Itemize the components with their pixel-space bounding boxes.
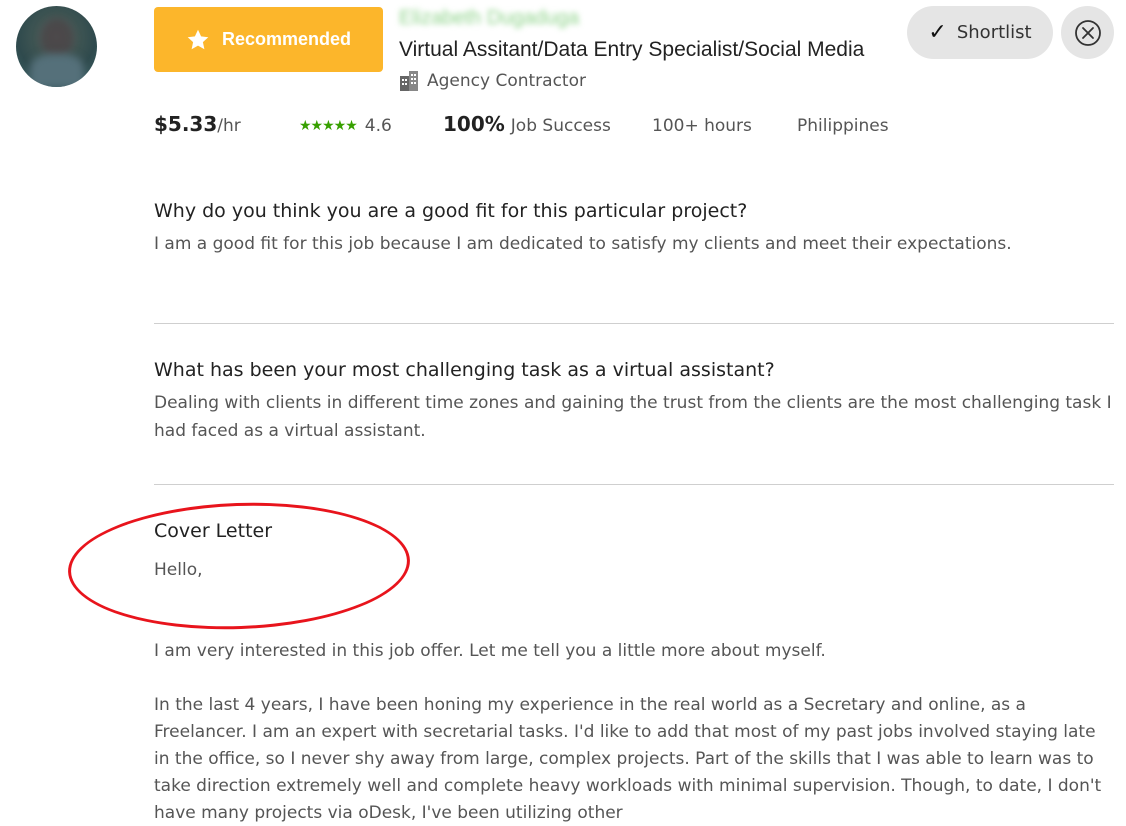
answer-text: I am a good fit for this job because I a… (154, 234, 1012, 254)
hourly-rate-value: $5.33 (154, 112, 218, 136)
hourly-rate: $5.33/hr (154, 112, 241, 136)
question-block: What has been your most challenging task… (154, 359, 1114, 445)
shortlist-button[interactable]: ✓ Shortlist (907, 6, 1053, 59)
country: Philippines (797, 116, 889, 136)
cover-letter-paragraph: I am very interested in this job offer. … (154, 641, 826, 661)
candidate-title: Virtual Assitant/Data Entry Specialist/S… (399, 38, 865, 61)
rating: ★★★★★ 4.6 (299, 116, 392, 136)
star-icon (187, 29, 209, 49)
answer-text: Dealing with clients in different time z… (154, 393, 1112, 441)
building-icon (400, 71, 418, 91)
recommended-label: Recommended (221, 29, 352, 49)
divider (154, 484, 1114, 485)
question-text: What has been your most challenging task… (154, 359, 775, 381)
close-circle-icon (1074, 19, 1101, 46)
avatar[interactable] (16, 6, 97, 87)
job-success-label: Job Success (510, 116, 611, 136)
cover-letter-paragraph: In the last 4 years, I have been honing … (154, 695, 1102, 823)
rating-stars-icon: ★★★★★ (299, 118, 358, 134)
hours-worked: 100+ hours (652, 116, 752, 136)
question-block: Why do you think you are a good fit for … (154, 200, 1114, 258)
avatar-body-blur (30, 54, 84, 87)
question-text: Why do you think you are a good fit for … (154, 200, 748, 222)
rating-value: 4.6 (364, 116, 392, 136)
avatar-face-blur (40, 18, 74, 58)
annotation-circle (65, 497, 413, 635)
divider (154, 323, 1114, 324)
contractor-type-label: Agency Contractor (427, 71, 586, 91)
checkmark-icon: ✓ (928, 20, 947, 45)
dismiss-button[interactable] (1061, 6, 1114, 59)
proposal-card: Recommended Elizabeth Dugaduga Virtual A… (0, 0, 1126, 826)
hourly-rate-unit: /hr (217, 116, 241, 136)
recommended-badge: Recommended (154, 7, 383, 72)
job-success-value: 100% (443, 112, 505, 136)
stats-row: $5.33/hr ★★★★★ 4.6 100% Job Success 100+ … (0, 112, 1126, 142)
shortlist-label: Shortlist (956, 22, 1032, 43)
contractor-type: Agency Contractor (399, 70, 586, 92)
candidate-name[interactable]: Elizabeth Dugaduga (399, 7, 579, 30)
job-success: 100% Job Success (443, 112, 611, 136)
